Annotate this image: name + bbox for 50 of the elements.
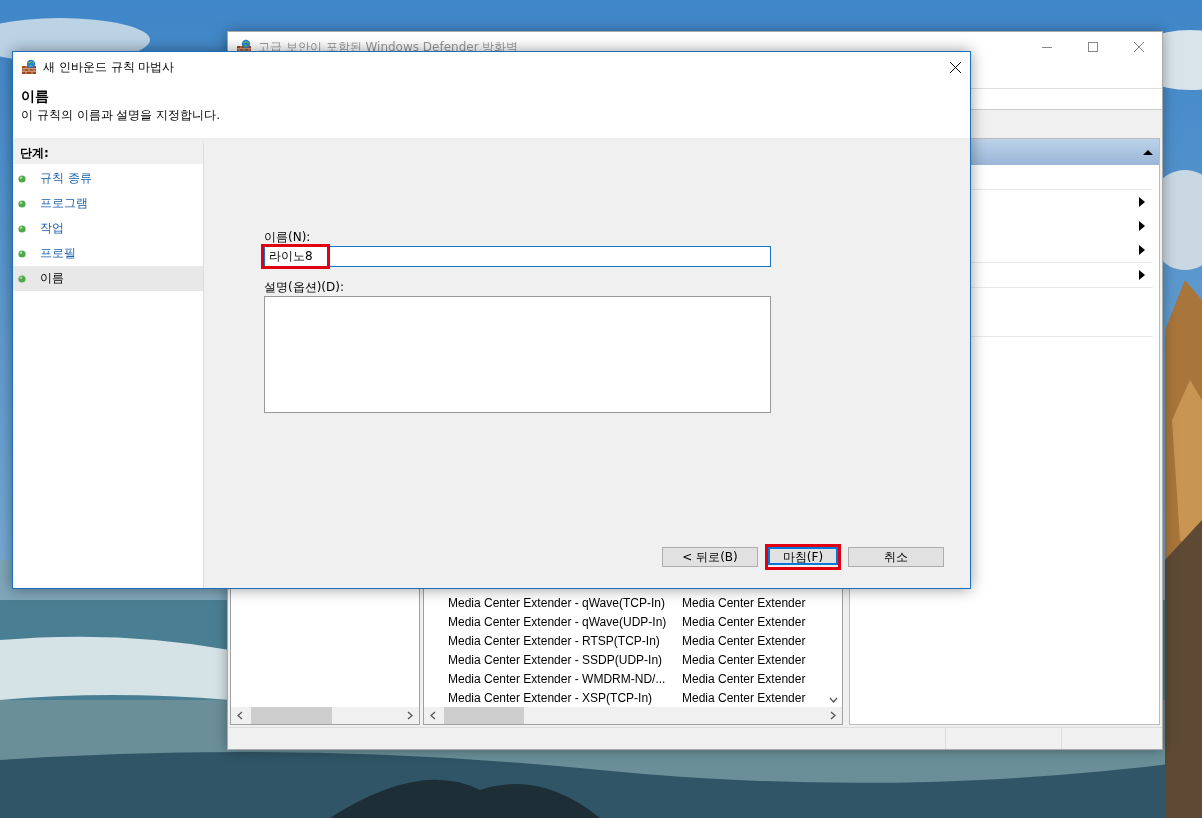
rule-group: Media Center Extender	[682, 595, 822, 610]
scroll-down-icon[interactable]	[829, 697, 838, 703]
rule-name[interactable]: Media Center Extender - qWave(TCP-In)	[448, 595, 682, 610]
scroll-right-icon[interactable]	[830, 711, 836, 720]
rule-group: Media Center Extender	[682, 614, 822, 629]
scroll-right-icon[interactable]	[407, 711, 413, 720]
submenu-arrow-icon[interactable]	[1139, 270, 1145, 280]
maximize-icon[interactable]	[1088, 42, 1098, 52]
rule-name[interactable]: Media Center Extender - SSDP(UDP-In)	[448, 652, 682, 667]
step-item[interactable]: 규칙 종류	[13, 166, 203, 191]
submenu-arrow-icon[interactable]	[1139, 245, 1145, 255]
field-label: 이름(N):	[264, 229, 312, 246]
rule-group: Media Center Extender	[682, 671, 822, 686]
rule-group: Media Center Extender	[682, 633, 822, 648]
bullet-icon	[18, 174, 26, 183]
rule-name[interactable]: Media Center Extender - WMDRM-ND/...	[448, 671, 682, 686]
window-title: 새 인바운드 규칙 마법사	[43, 58, 175, 76]
back-button[interactable]: < 뒤로(B)	[662, 547, 758, 567]
bullet-icon	[18, 199, 26, 208]
scroll-thumb[interactable]	[251, 707, 332, 724]
description-field[interactable]	[264, 296, 771, 413]
submenu-arrow-icon[interactable]	[1139, 221, 1145, 231]
horizontal-scrollbar[interactable]	[424, 707, 842, 724]
bullet-icon	[18, 274, 26, 283]
step-item[interactable]: 작업	[13, 216, 203, 241]
submenu-arrow-icon[interactable]	[1139, 197, 1145, 207]
name-field[interactable]: 라이노8	[264, 246, 771, 267]
field-label: 설명(옵션)(D):	[264, 279, 345, 296]
step-item[interactable]: 프로그램	[13, 191, 203, 216]
bullet-icon	[18, 249, 26, 258]
scroll-left-icon[interactable]	[430, 711, 436, 720]
brick-wall-icon	[21, 59, 37, 75]
rule-group: Media Center Extender	[682, 690, 822, 705]
steps-title: 단계:	[13, 142, 203, 164]
rule-name[interactable]: Media Center Extender - qWave(UDP-In)	[448, 614, 682, 629]
scroll-left-icon[interactable]	[237, 711, 243, 720]
close-icon[interactable]	[950, 61, 961, 73]
horizontal-scrollbar[interactable]	[231, 707, 419, 724]
collapse-icon[interactable]	[1143, 148, 1153, 156]
page-description: 이 규칙의 이름과 설명을 지정합니다.	[21, 107, 222, 124]
rule-name[interactable]: Media Center Extender - XSP(TCP-In)	[448, 690, 682, 705]
cancel-button[interactable]: 취소	[848, 547, 944, 567]
finish-button[interactable]: 마침(F)	[768, 547, 838, 565]
scroll-thumb[interactable]	[444, 707, 524, 724]
rule-name[interactable]: Media Center Extender - RTSP(TCP-In)	[448, 633, 682, 648]
rule-group: Media Center Extender	[682, 652, 822, 667]
page-heading: 이름	[21, 87, 50, 106]
step-item[interactable]: 이름	[13, 266, 203, 291]
step-item[interactable]: 프로필	[13, 241, 203, 266]
bullet-icon	[18, 224, 26, 233]
